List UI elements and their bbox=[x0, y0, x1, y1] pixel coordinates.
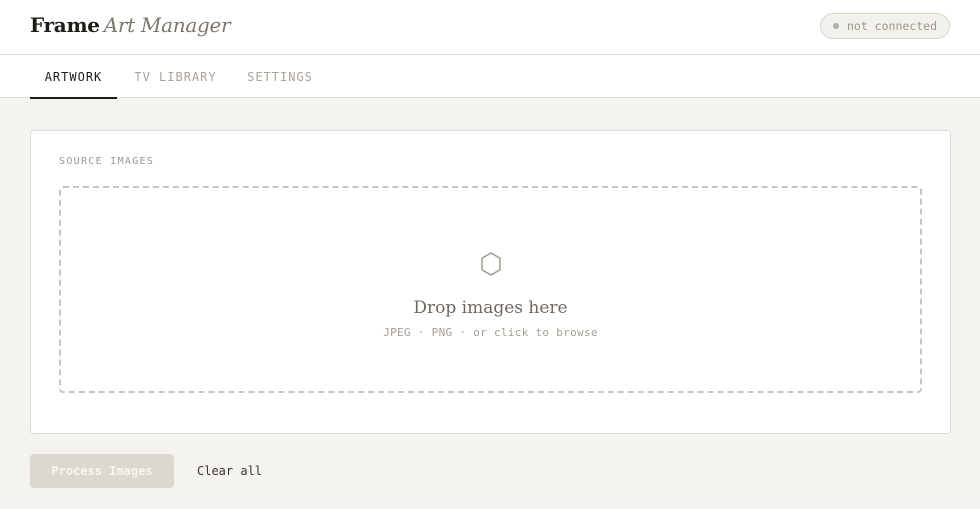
app-header: Frame Art Manager not connected bbox=[0, 0, 980, 55]
dropzone-hint: JPEG · PNG · or click to browse bbox=[383, 326, 598, 339]
process-images-button[interactable]: Process Images bbox=[30, 454, 174, 488]
tab-settings[interactable]: SETTINGS bbox=[239, 55, 321, 98]
hexagon-icon bbox=[480, 252, 501, 276]
connection-status-badge: not connected bbox=[819, 13, 950, 39]
source-images-card: SOURCE IMAGES Drop images here JPEG · PN… bbox=[30, 130, 951, 434]
tab-bar: ARTWORK TV LIBRARY SETTINGS bbox=[0, 55, 980, 99]
app-title: Frame Art Manager bbox=[30, 13, 231, 37]
brand-name: Frame bbox=[30, 13, 100, 37]
source-images-label: SOURCE IMAGES bbox=[59, 156, 155, 167]
tab-artwork[interactable]: ARTWORK bbox=[30, 55, 117, 99]
dropzone-title: Drop images here bbox=[413, 298, 568, 318]
tab-tv-library[interactable]: TV LIBRARY bbox=[126, 55, 225, 98]
connection-status-text: not connected bbox=[846, 19, 937, 33]
clear-all-button[interactable]: Clear all bbox=[186, 454, 273, 488]
image-dropzone[interactable]: Drop images here JPEG · PNG · or click t… bbox=[59, 186, 922, 393]
status-dot-icon bbox=[832, 23, 839, 29]
brand-subtitle: Art Manager bbox=[103, 13, 231, 37]
